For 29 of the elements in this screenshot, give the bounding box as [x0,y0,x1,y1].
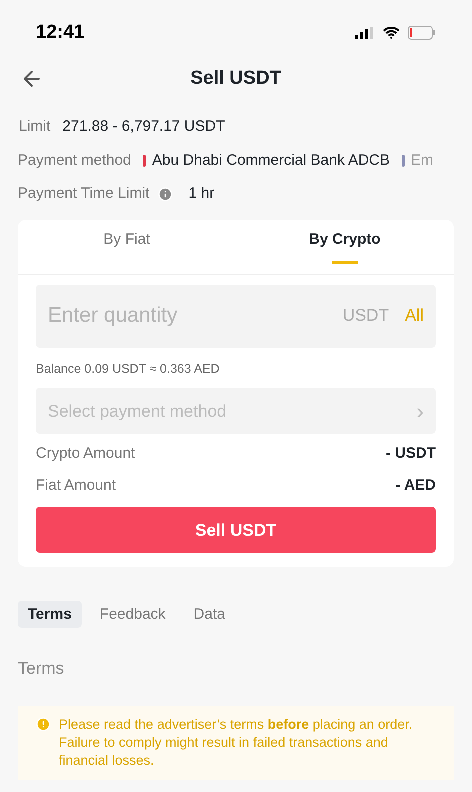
time-limit-value: 1 hr [188,184,215,204]
info-tab[interactable]: Feedback [90,601,176,628]
order-tab[interactable]: By Fiat [18,220,236,274]
amount-label: Crypto Amount [36,444,136,464]
amount-value: - AED [396,476,436,496]
amount-label: Fiat Amount [36,476,116,496]
balance-text: Balance 0.09 USDT ≈ 0.363 AED [36,360,221,378]
battery-icon [408,26,436,40]
limit-label: Limit [19,117,51,137]
payment-method-label: Payment method [18,150,132,170]
wifi-icon [383,27,400,39]
unit-label: USDT [342,305,390,328]
info-tab[interactable]: Terms [18,601,82,628]
order-tab[interactable]: By Crypto [236,220,454,274]
section-title: Terms [17,658,66,680]
notice-text: Please read the advertiser’s terms before placing an order. Failure to comply might result in failed transactions and financial losses. [59,716,414,770]
payment-method-name: Em [411,150,434,170]
payment-method-name: Abu Dhabi Commercial Bank ADCB [152,150,390,170]
time-limit-label: Payment Time Limit [18,184,150,204]
limit-value: 271.88 - 6,797.17 USDT [62,117,226,137]
amount-value: - USDT [386,444,436,464]
signal-icon [355,27,375,39]
info-icon[interactable] [158,186,173,202]
warning-icon [36,716,51,732]
status-time: 12:41 [36,20,85,45]
chevron-icon: › [416,394,424,428]
page-title: Sell USDT [190,66,282,91]
info-tab[interactable]: Data [184,601,236,628]
sell-button[interactable]: Sell USDT [36,507,436,554]
